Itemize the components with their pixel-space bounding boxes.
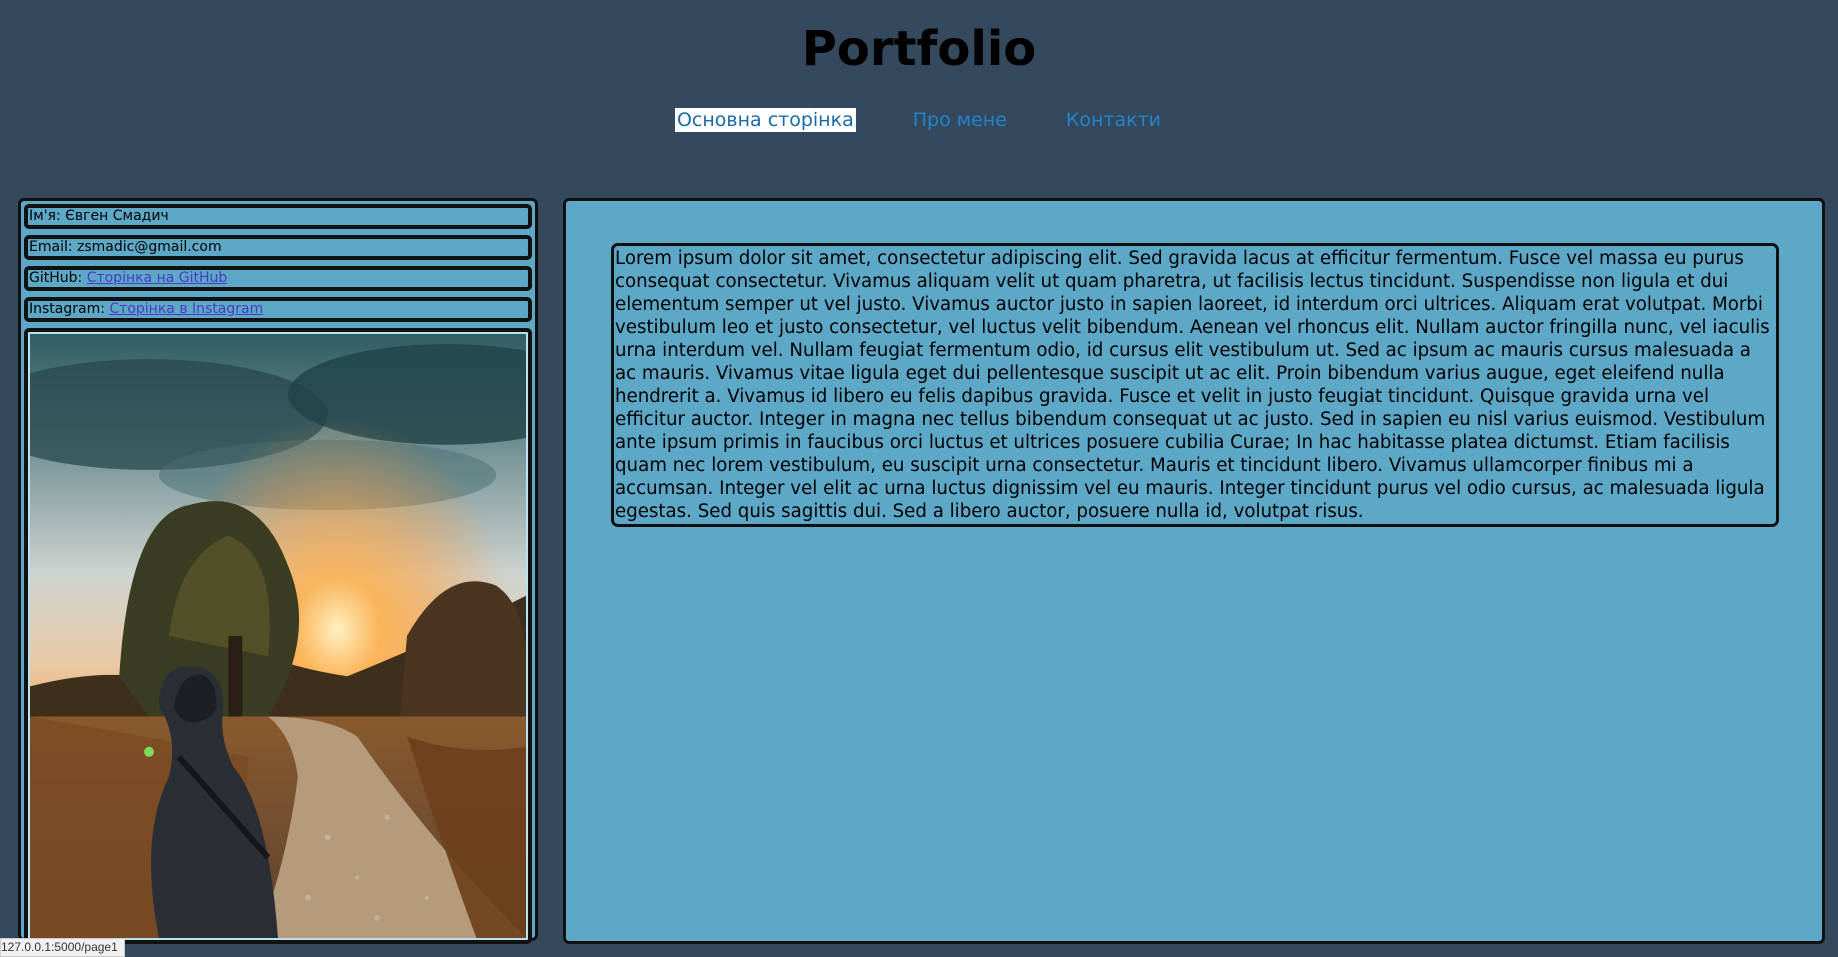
instagram-row: Instagram: Сторінка в Instagram <box>24 297 532 322</box>
instagram-link[interactable]: Сторінка в Instagram <box>109 301 263 317</box>
nav-link-contacts[interactable]: Контакти <box>1064 108 1163 132</box>
name-row: Ім'я: Євген Смадич <box>24 204 532 229</box>
main-content-panel: Lorem ipsum dolor sit amet, consectetur … <box>563 198 1825 944</box>
instagram-label: Instagram: <box>29 301 105 317</box>
github-row: GitHub: Сторінка на GitHub <box>24 266 532 291</box>
intro-text-block: Lorem ipsum dolor sit amet, consectetur … <box>611 243 1779 527</box>
email-value: zsmadic@gmail.com <box>77 239 222 255</box>
nav-link-home[interactable]: Основна сторінка <box>674 108 856 132</box>
name-label: Ім'я: <box>29 208 61 224</box>
main-nav: Основна сторінка Про мене Контакти <box>0 108 1838 132</box>
page-title: Portfolio <box>801 21 1037 77</box>
profile-sidebar: Ім'я: Євген Смадич Email: zsmadic@gmail.… <box>18 198 538 944</box>
nav-link-about[interactable]: Про мене <box>911 108 1009 132</box>
github-label: GitHub: <box>29 270 83 286</box>
email-label: Email: <box>29 239 73 255</box>
github-link[interactable]: Сторінка на GitHub <box>87 270 228 286</box>
profile-photo-frame <box>24 328 532 944</box>
profile-photo <box>30 334 526 938</box>
name-value: Євген Смадич <box>65 208 169 224</box>
browser-status-url: 127.0.0.1:5000/page1 <box>0 938 125 957</box>
email-row: Email: zsmadic@gmail.com <box>24 235 532 260</box>
